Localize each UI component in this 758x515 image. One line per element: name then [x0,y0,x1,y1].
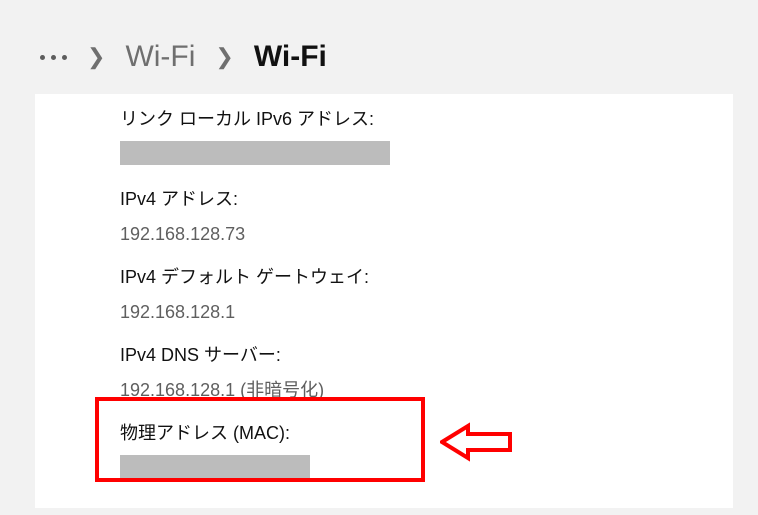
ipv6-link-local-label: リンク ローカル IPv6 アドレス: [120,109,374,129]
ipv4-dns-label: IPv4 DNS サーバー: [120,345,281,365]
mac-address-label: 物理アドレス (MAC): [120,423,290,443]
ipv4-address-value: 192.168.128.73 [120,224,245,244]
mac-address-value-redacted [120,455,310,479]
ipv4-dns-value: 192.168.128.1 (非暗号化) [120,380,324,400]
breadcrumb-parent[interactable]: Wi-Fi [125,40,195,74]
chevron-right-icon: ❯ [87,44,105,70]
breadcrumb-current: Wi-Fi [254,40,327,74]
properties-panel: リンク ローカル IPv6 アドレス: IPv4 アドレス: 192.168.1… [35,94,733,508]
breadcrumb-bar: ❯ Wi-Fi ❯ Wi-Fi [0,0,758,94]
more-icon[interactable] [40,55,67,60]
ipv4-gateway-value: 192.168.128.1 [120,302,235,322]
ipv4-gateway-label: IPv4 デフォルト ゲートウェイ: [120,267,369,287]
ipv4-address-label: IPv4 アドレス: [120,189,238,209]
chevron-right-icon: ❯ [215,44,233,70]
ipv6-link-local-value-redacted [120,141,390,165]
